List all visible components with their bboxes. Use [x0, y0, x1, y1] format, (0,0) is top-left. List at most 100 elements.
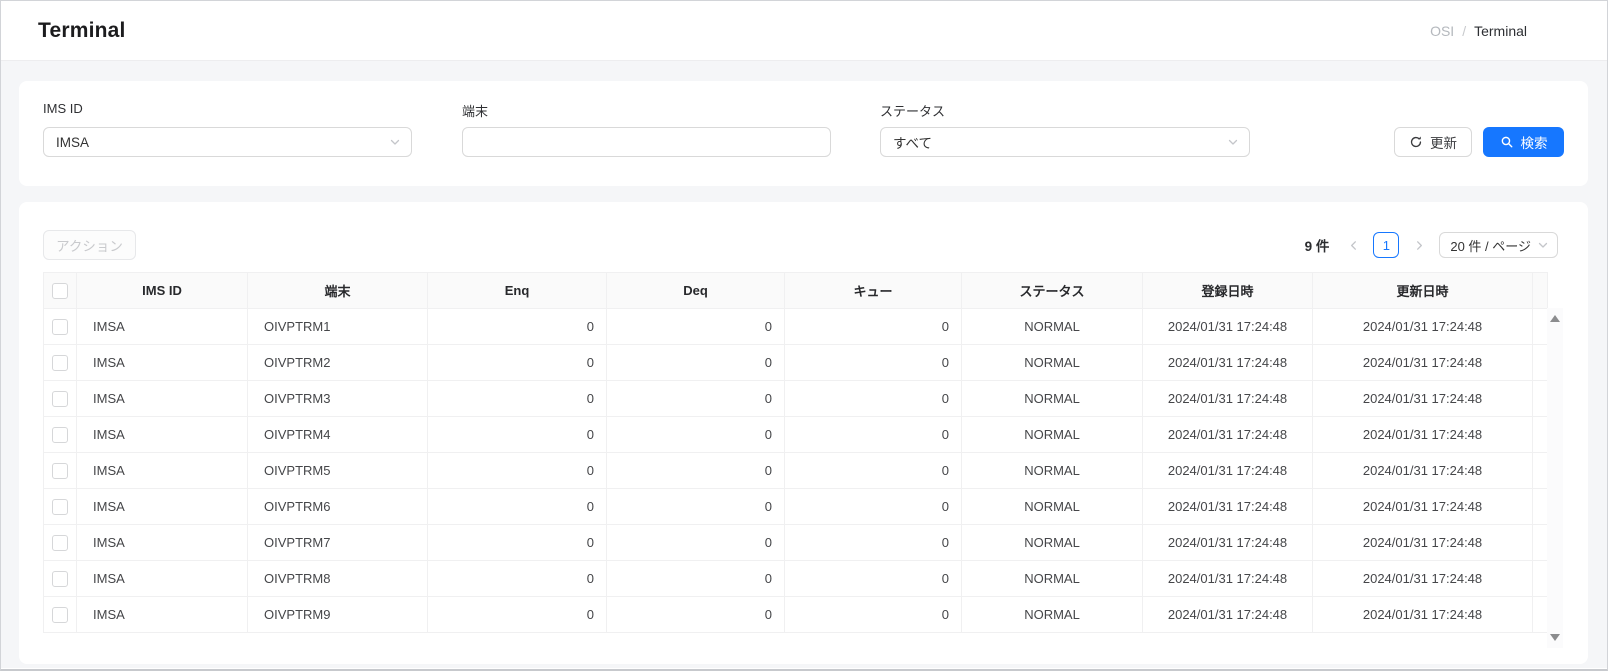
row-checkbox[interactable]: [52, 319, 68, 335]
cell-ims-id: IMSA: [77, 561, 248, 597]
cell-status: NORMAL: [962, 453, 1143, 489]
breadcrumb: OSI / Terminal: [1430, 23, 1527, 39]
search-icon: [1500, 135, 1514, 149]
cell-filler: [1533, 381, 1548, 417]
ims-id-field-group: IMS ID IMSA: [43, 81, 412, 186]
row-checkbox[interactable]: [52, 607, 68, 623]
total-count: 9 件: [1305, 235, 1330, 255]
cell-ims-id: IMSA: [77, 597, 248, 633]
select-all-checkbox[interactable]: [52, 283, 68, 299]
table-row: IMSA OIVPTRM5 0 0 0 NORMAL 2024/01/31 17…: [44, 453, 1548, 489]
cell-queue: 0: [785, 525, 962, 561]
pagination: 9 件 1 20 件 / ページ: [1305, 230, 1558, 260]
breadcrumb-item-osi[interactable]: OSI: [1430, 23, 1454, 39]
ims-id-label: IMS ID: [43, 101, 83, 116]
cell-filler: [1533, 453, 1548, 489]
table-row: IMSA OIVPTRM1 0 0 0 NORMAL 2024/01/31 17…: [44, 309, 1548, 345]
cell-deq: 0: [607, 453, 785, 489]
column-header-updated: 更新日時: [1313, 273, 1533, 309]
cell-terminal: OIVPTRM9: [248, 597, 428, 633]
search-button-label: 検索: [1521, 132, 1548, 152]
cell-status: NORMAL: [962, 525, 1143, 561]
cell-ims-id: IMSA: [77, 453, 248, 489]
row-checkbox[interactable]: [52, 499, 68, 515]
row-checkbox[interactable]: [52, 391, 68, 407]
chevron-down-icon: [1537, 239, 1549, 251]
table-row: IMSA OIVPTRM3 0 0 0 NORMAL 2024/01/31 17…: [44, 381, 1548, 417]
action-button[interactable]: アクション: [43, 230, 136, 260]
row-checkbox[interactable]: [52, 427, 68, 443]
cell-queue: 0: [785, 561, 962, 597]
ims-id-select[interactable]: IMSA: [43, 127, 412, 157]
cell-filler: [1533, 525, 1548, 561]
top-bar: Terminal OSI / Terminal: [1, 1, 1607, 61]
row-checkbox[interactable]: [52, 355, 68, 371]
table-row: IMSA OIVPTRM9 0 0 0 NORMAL 2024/01/31 17…: [44, 597, 1548, 633]
cell-deq: 0: [607, 309, 785, 345]
cell-queue: 0: [785, 381, 962, 417]
cell-status: NORMAL: [962, 309, 1143, 345]
cell-deq: 0: [607, 417, 785, 453]
cell-created: 2024/01/31 17:24:48: [1143, 489, 1313, 525]
cell-status: NORMAL: [962, 597, 1143, 633]
status-label: ステータス: [880, 101, 945, 120]
cell-enq: 0: [428, 309, 607, 345]
table-body: IMSA OIVPTRM1 0 0 0 NORMAL 2024/01/31 17…: [44, 309, 1548, 633]
prev-page-button[interactable]: [1342, 232, 1364, 258]
cell-deq: 0: [607, 345, 785, 381]
terminal-table: IMS ID 端末 Enq Deq キュー ステータス 登録日時 更新日時 IM…: [43, 272, 1548, 633]
reload-icon: [1409, 135, 1423, 149]
cell-enq: 0: [428, 525, 607, 561]
cell-created: 2024/01/31 17:24:48: [1143, 561, 1313, 597]
triangle-up-icon[interactable]: [1550, 315, 1560, 322]
cell-created: 2024/01/31 17:24:48: [1143, 381, 1313, 417]
cell-updated: 2024/01/31 17:24:48: [1313, 453, 1533, 489]
cell-filler: [1533, 309, 1548, 345]
filter-panel: IMS ID IMSA 端末 ステータス すべて: [19, 81, 1588, 186]
cell-enq: 0: [428, 345, 607, 381]
search-button[interactable]: 検索: [1483, 127, 1564, 157]
cell-filler: [1533, 489, 1548, 525]
cell-ims-id: IMSA: [77, 489, 248, 525]
row-checkbox[interactable]: [52, 535, 68, 551]
cell-queue: 0: [785, 345, 962, 381]
table-row: IMSA OIVPTRM6 0 0 0 NORMAL 2024/01/31 17…: [44, 489, 1548, 525]
cell-enq: 0: [428, 453, 607, 489]
cell-created: 2024/01/31 17:24:48: [1143, 345, 1313, 381]
cell-deq: 0: [607, 525, 785, 561]
cell-status: NORMAL: [962, 561, 1143, 597]
terminal-input[interactable]: [462, 127, 831, 157]
column-header-enq: Enq: [428, 273, 607, 309]
column-header-status: ステータス: [962, 273, 1143, 309]
refresh-button[interactable]: 更新: [1394, 127, 1472, 157]
table-panel: アクション 9 件 1 20 件 / ページ: [19, 202, 1588, 664]
cell-ims-id: IMSA: [77, 309, 248, 345]
cell-enq: 0: [428, 381, 607, 417]
cell-updated: 2024/01/31 17:24:48: [1313, 309, 1533, 345]
table-row: IMSA OIVPTRM4 0 0 0 NORMAL 2024/01/31 17…: [44, 417, 1548, 453]
vertical-scrollbar[interactable]: [1547, 308, 1563, 648]
cell-status: NORMAL: [962, 381, 1143, 417]
cell-terminal: OIVPTRM7: [248, 525, 428, 561]
cell-filler: [1533, 561, 1548, 597]
page-number-button[interactable]: 1: [1373, 232, 1399, 258]
status-select-value: すべて: [893, 132, 932, 152]
cell-ims-id: IMSA: [77, 345, 248, 381]
cell-terminal: OIVPTRM5: [248, 453, 428, 489]
cell-deq: 0: [607, 489, 785, 525]
row-checkbox[interactable]: [52, 571, 68, 587]
triangle-down-icon[interactable]: [1550, 634, 1560, 641]
row-checkbox[interactable]: [52, 463, 68, 479]
next-page-button[interactable]: [1408, 232, 1430, 258]
cell-terminal: OIVPTRM4: [248, 417, 428, 453]
status-select[interactable]: すべて: [880, 127, 1250, 157]
cell-created: 2024/01/31 17:24:48: [1143, 597, 1313, 633]
cell-status: NORMAL: [962, 345, 1143, 381]
cell-queue: 0: [785, 453, 962, 489]
table-row: IMSA OIVPTRM8 0 0 0 NORMAL 2024/01/31 17…: [44, 561, 1548, 597]
cell-updated: 2024/01/31 17:24:48: [1313, 381, 1533, 417]
cell-updated: 2024/01/31 17:24:48: [1313, 525, 1533, 561]
chevron-down-icon: [389, 136, 401, 148]
cell-enq: 0: [428, 597, 607, 633]
page-size-select[interactable]: 20 件 / ページ: [1439, 232, 1558, 258]
